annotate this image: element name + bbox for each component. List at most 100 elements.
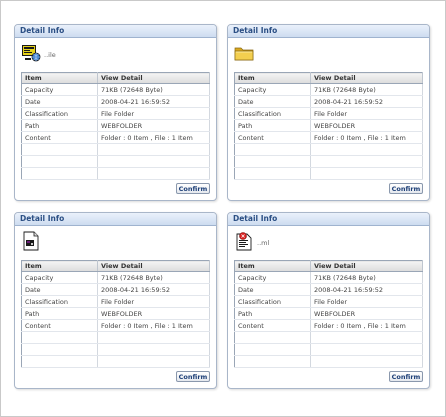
table-row: Content Folder : 0 Item , File : 1 Item [234,131,423,144]
document-icon [21,231,41,251]
column-header-view-detail: View Detail [310,260,423,272]
empty-row [234,167,423,180]
row-value-path: WEBFOLDER [310,119,423,132]
table-row: Content Folder : 0 Item , File : 1 Item [21,131,210,144]
row-value-path: WEBFOLDER [310,307,423,320]
empty-cell [234,143,311,156]
row-value-date: 2008-04-21 16:59:52 [310,95,423,108]
row-value-date: 2008-04-21 16:59:52 [97,95,210,108]
empty-row [21,331,210,344]
row-value-date: 2008-04-21 16:59:52 [97,283,210,296]
empty-row [21,155,210,168]
column-header-item: Item [21,72,98,84]
column-header-item: Item [234,72,311,84]
panel-title: Detail Info [228,213,429,226]
detail-info-panel: Detail Info Item View Detail Capacity 71… [14,212,217,389]
detail-table: Item View Detail Capacity 71KB (72648 By… [21,260,210,368]
row-value-content: Folder : 0 Item , File : 1 Item [310,131,423,144]
empty-cell [234,167,311,180]
detail-info-panel: Detail Info ..ml Item View Detail Capaci… [227,212,430,389]
empty-cell [21,343,98,356]
row-label-capacity: Capacity [234,83,311,96]
row-label-date: Date [21,95,98,108]
empty-cell [234,155,311,168]
row-label-classification: Classification [234,295,311,308]
panel-title: Detail Info [15,25,216,38]
row-value-content: Folder : 0 Item , File : 1 Item [97,131,210,144]
row-label-path: Path [21,119,98,132]
empty-row [21,355,210,368]
row-label-path: Path [234,119,311,132]
empty-cell [21,355,98,368]
detail-info-panel: Detail Info Item View Detail Capacity 71… [227,24,430,201]
row-value-capacity: 71KB (72648 Byte) [310,83,423,96]
empty-cell [310,155,423,168]
empty-cell [234,355,311,368]
row-value-classification: File Folder [97,295,210,308]
empty-cell [310,343,423,356]
row-value-capacity: 71KB (72648 Byte) [310,271,423,284]
table-row: Capacity 71KB (72648 Byte) [21,271,210,284]
table-row: Classification File Folder [21,107,210,120]
row-label-date: Date [234,283,311,296]
empty-cell [21,155,98,168]
confirm-button[interactable]: Confirm [176,371,210,382]
empty-row [21,167,210,180]
confirm-button[interactable]: Confirm [176,183,210,194]
empty-row [21,143,210,156]
row-value-capacity: 71KB (72648 Byte) [97,271,210,284]
web-application-icon [21,43,41,63]
empty-row [234,331,423,344]
empty-cell [97,331,210,344]
table-row: Path WEBFOLDER [21,307,210,320]
table-header-row: Item View Detail [21,72,210,84]
empty-cell [97,343,210,356]
table-row: Capacity 71KB (72648 Byte) [234,271,423,284]
file-name: ..ile [44,51,56,59]
file-icon-row [15,226,216,256]
file-icon-row: ..ml [228,226,429,256]
empty-cell [234,343,311,356]
row-label-date: Date [234,95,311,108]
table-row: Classification File Folder [234,295,423,308]
table-header-row: Item View Detail [234,72,423,84]
empty-cell [21,143,98,156]
table-row: Path WEBFOLDER [21,119,210,132]
row-label-content: Content [21,319,98,332]
row-value-path: WEBFOLDER [97,119,210,132]
table-row: Content Folder : 0 Item , File : 1 Item [234,319,423,332]
row-label-date: Date [21,283,98,296]
confirm-button[interactable]: Confirm [389,183,423,194]
empty-row [234,343,423,356]
row-label-content: Content [234,319,311,332]
file-name: ..ml [257,239,270,247]
empty-cell [97,355,210,368]
empty-cell [21,167,98,180]
table-row: Classification File Folder [234,107,423,120]
confirm-button[interactable]: Confirm [389,371,423,382]
detail-info-panel: Detail Info ..ile Item View Detail Capac… [14,24,217,201]
row-label-capacity: Capacity [234,271,311,284]
column-header-item: Item [21,260,98,272]
column-header-view-detail: View Detail [310,72,423,84]
file-icon-row: ..ile [15,38,216,68]
column-header-view-detail: View Detail [97,260,210,272]
table-row: Date 2008-04-21 16:59:52 [234,283,423,296]
row-value-capacity: 71KB (72648 Byte) [97,83,210,96]
row-label-classification: Classification [21,107,98,120]
panel-title: Detail Info [228,25,429,38]
row-label-capacity: Capacity [21,83,98,96]
file-icon-row [228,38,429,68]
empty-row [234,155,423,168]
detail-table: Item View Detail Capacity 71KB (72648 By… [234,72,423,180]
table-row: Date 2008-04-21 16:59:52 [234,95,423,108]
row-label-capacity: Capacity [21,271,98,284]
empty-cell [97,155,210,168]
panel-title: Detail Info [15,213,216,226]
empty-cell [97,167,210,180]
empty-cell [21,331,98,344]
table-row: Capacity 71KB (72648 Byte) [21,83,210,96]
table-row: Path WEBFOLDER [234,119,423,132]
table-row: Date 2008-04-21 16:59:52 [21,283,210,296]
empty-cell [310,167,423,180]
